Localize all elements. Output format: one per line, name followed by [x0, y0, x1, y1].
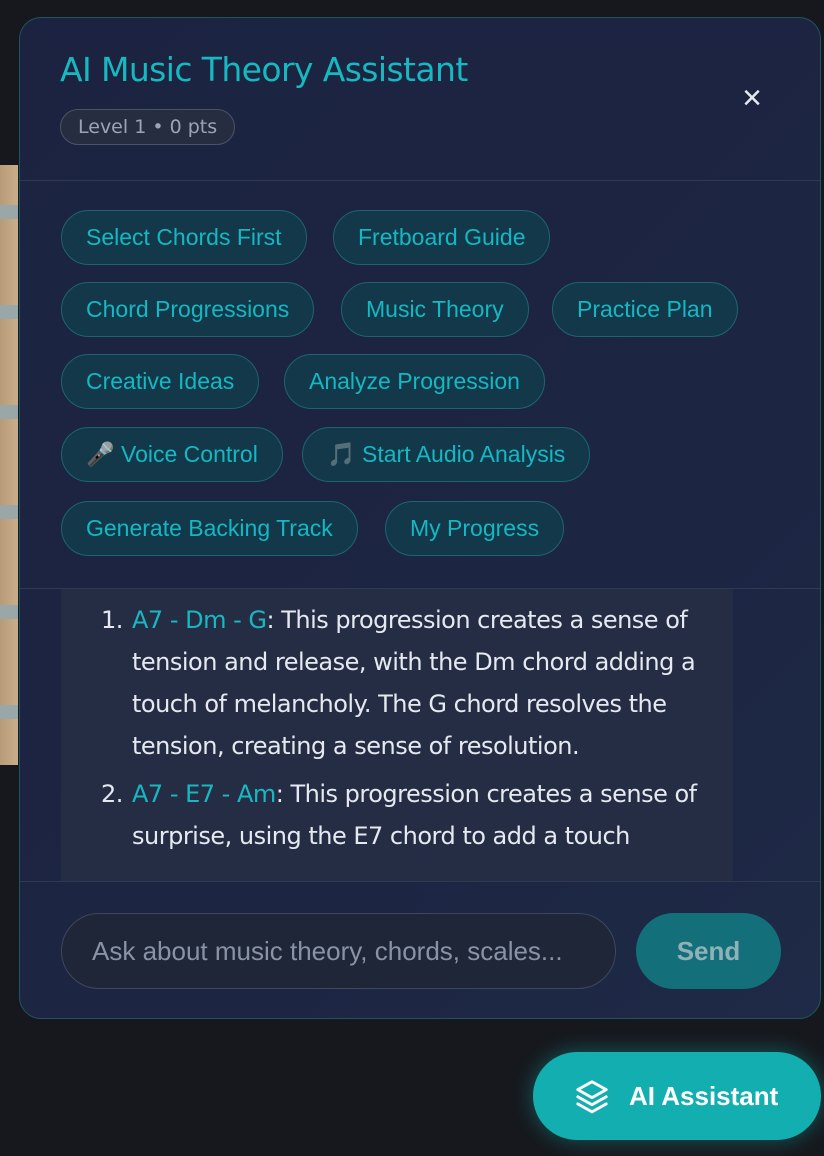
panel-header: AI Music Theory Assistant Level 1 • 0 pt… — [20, 18, 820, 181]
ai-assistant-toggle-button[interactable]: AI Assistant — [533, 1052, 821, 1140]
list-item: A7 - Dm - G: This progression creates a … — [130, 599, 702, 767]
my-progress-button[interactable]: My Progress — [385, 501, 565, 556]
fretboard-guide-button[interactable]: Fretboard Guide — [333, 210, 551, 265]
ai-assistant-label: AI Assistant — [629, 1081, 779, 1111]
assistant-message: A7 - Dm - G: This progression creates a … — [61, 589, 733, 881]
creative-ideas-button[interactable]: Creative Ideas — [61, 354, 260, 409]
assistant-panel: AI Music Theory Assistant Level 1 • 0 pt… — [19, 17, 821, 1019]
progression-name: A7 - Dm - G — [132, 606, 267, 634]
practice-plan-button[interactable]: Practice Plan — [552, 282, 738, 337]
chat-input[interactable] — [61, 913, 616, 989]
progression-name: A7 - E7 - Am — [132, 780, 276, 808]
start-audio-analysis-button[interactable]: 🎵 Start Audio Analysis — [302, 427, 591, 482]
panel-title: AI Music Theory Assistant — [60, 50, 468, 89]
generate-backing-track-button[interactable]: Generate Backing Track — [61, 501, 358, 556]
input-row: Send — [20, 882, 820, 1018]
close-button[interactable]: × — [732, 78, 772, 118]
chat-area[interactable]: A7 - Dm - G: This progression creates a … — [20, 589, 820, 882]
analyze-progression-button[interactable]: Analyze Progression — [284, 354, 545, 409]
chord-progressions-button[interactable]: Chord Progressions — [61, 282, 315, 337]
select-chords-first-button[interactable]: Select Chords First — [61, 210, 307, 265]
layers-icon — [576, 1080, 608, 1114]
send-button[interactable]: Send — [636, 913, 781, 989]
progression-list: A7 - Dm - G: This progression creates a … — [61, 599, 702, 863]
background-page-strip — [0, 165, 18, 765]
level-badge: Level 1 • 0 pts — [60, 109, 236, 145]
close-icon: × — [742, 79, 762, 117]
music-theory-button[interactable]: Music Theory — [341, 282, 529, 337]
quick-actions: Select Chords First Fretboard Guide Chor… — [20, 180, 820, 589]
list-item: A7 - E7 - Am: This progression creates a… — [130, 773, 702, 857]
voice-control-button[interactable]: 🎤 Voice Control — [61, 427, 283, 482]
